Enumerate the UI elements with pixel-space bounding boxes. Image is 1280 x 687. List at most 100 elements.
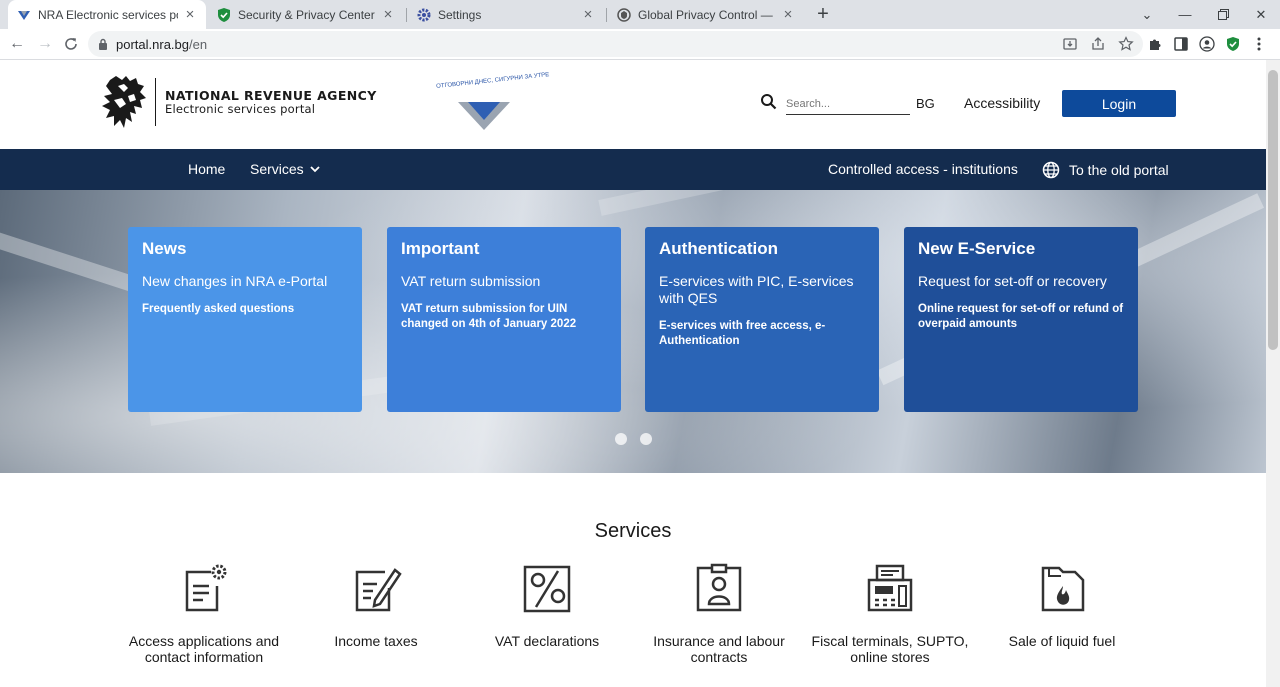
reload-button[interactable] [60,33,82,55]
maximize-button[interactable] [1204,0,1242,29]
nav-old-portal-label: To the old portal [1069,162,1169,178]
service-label: Income taxes [334,633,418,649]
lock-icon[interactable] [98,38,108,50]
service-insurance-labour[interactable]: Insurance and labour contracts [633,562,805,665]
nav-old-portal[interactable]: To the old portal [1042,161,1169,179]
close-tab-icon[interactable]: × [182,6,198,23]
page-scrollbar[interactable] [1266,60,1280,687]
side-panel-icon[interactable] [1172,35,1190,53]
hero-carousel: News New changes in NRA e-Portal Frequen… [0,190,1266,473]
browser-tab-settings[interactable]: Settings × [408,0,604,29]
scrollbar-thumb[interactable] [1268,70,1278,350]
browser-toolbar: ← → portal.nra.bg/en [0,29,1280,60]
close-tab-icon[interactable]: × [380,6,396,23]
portal-name[interactable]: Electronic services portal [165,102,315,116]
privacy-extension-shield-icon[interactable] [1224,35,1242,53]
minimize-button[interactable]: — [1166,0,1204,29]
globe-icon [1042,161,1060,179]
tab-title: Settings [438,7,482,22]
gpc-icon [616,7,632,23]
carousel-dot-1[interactable] [615,433,627,445]
shield-check-icon [216,7,232,23]
url-path: /en [189,36,208,52]
tab-title: NRA Electronic services portal [38,7,178,22]
carousel-dot-2[interactable] [640,433,652,445]
service-label: Access applications and contact informat… [128,633,280,665]
tab-separator [406,8,407,22]
accessibility-link[interactable]: Accessibility [964,95,1040,111]
close-window-button[interactable]: ✕ [1242,0,1280,29]
card-lead[interactable]: New changes in NRA e-Portal [142,273,348,290]
nav-controlled-access[interactable]: Controlled access - institutions [828,161,1018,177]
language-switch[interactable]: BG [916,96,935,111]
profile-avatar-icon[interactable] [1198,35,1216,53]
share-icon[interactable] [1089,35,1107,53]
service-liquid-fuel[interactable]: Sale of liquid fuel [976,562,1148,649]
nav-services-label: Services [250,161,304,177]
service-label: Insurance and labour contracts [653,633,785,665]
tab-search-icon[interactable]: ⌄ [1128,0,1166,29]
card-lead[interactable]: Request for set-off or recovery [918,273,1124,290]
gear-icon [416,7,432,23]
main-navigation: Home Services Controlled access - instit… [0,149,1266,190]
card-desc[interactable]: VAT return submission for UIN changed on… [401,302,607,332]
search-icon[interactable] [760,93,778,116]
card-desc[interactable]: E-services with free access, e-Authentic… [659,319,865,349]
nra-emblem-icon [434,76,534,141]
card-title: News [142,239,187,258]
service-label: Fiscal terminals, SUPTO, online stores [811,633,969,665]
fuel-canister-icon [976,562,1148,616]
nav-services[interactable]: Services [250,161,320,177]
login-button[interactable]: Login [1062,90,1176,117]
url-domain: portal.nra.bg [116,36,189,52]
document-gear-icon [118,562,290,616]
page-viewport: NATIONAL REVENUE AGENCY Electronic servi… [0,60,1266,687]
browser-tabstrip: NRA Electronic services portal × Securit… [0,0,1280,29]
hero-card-important[interactable]: Important VAT return submission VAT retu… [387,227,621,412]
percent-icon [461,562,633,616]
extensions-puzzle-icon[interactable] [1146,35,1164,53]
id-badge-icon [633,562,805,616]
service-vat-declarations[interactable]: VAT declarations [461,562,633,649]
browser-tab-nra[interactable]: NRA Electronic services portal × [8,0,206,29]
address-bar[interactable]: portal.nra.bg/en [88,31,1143,57]
forward-button[interactable]: → [34,33,56,55]
nav-home[interactable]: Home [188,161,225,177]
install-app-icon[interactable] [1061,35,1079,53]
card-desc[interactable]: Frequently asked questions [142,302,348,317]
site-header: NATIONAL REVENUE AGENCY Electronic servi… [0,60,1266,149]
services-heading: Services [594,520,672,542]
tab-separator [606,8,607,22]
search-input[interactable] [786,93,910,115]
card-title: Important [401,239,480,258]
chevron-down-icon [310,165,320,173]
hero-card-news[interactable]: News New changes in NRA e-Portal Frequen… [128,227,362,412]
coat-of-arms-lion-icon[interactable] [100,72,150,137]
chrome-menu-icon[interactable] [1250,35,1268,53]
browser-tab-gpc[interactable]: Global Privacy Control — Take Co × [608,0,804,29]
back-button[interactable]: ← [6,33,28,55]
service-income-taxes[interactable]: Income taxes [290,562,462,649]
service-access-applications[interactable]: Access applications and contact informat… [118,562,290,665]
browser-tab-security[interactable]: Security & Privacy Center × [208,0,404,29]
new-tab-button[interactable]: + [812,3,834,25]
bookmark-star-icon[interactable] [1117,35,1135,53]
tab-title: Security & Privacy Center [238,7,375,22]
card-title: Authentication [659,239,778,258]
card-lead[interactable]: E-services with PIC, E-services with QES [659,273,865,307]
service-fiscal-terminals[interactable]: Fiscal terminals, SUPTO, online stores [804,562,976,665]
cash-register-icon [804,562,976,616]
close-tab-icon[interactable]: × [580,6,596,23]
close-tab-icon[interactable]: × [780,6,796,23]
document-pen-icon [290,562,462,616]
org-name[interactable]: NATIONAL REVENUE AGENCY [165,88,377,103]
extension-area [1146,35,1268,53]
logo-divider [155,78,156,126]
card-lead[interactable]: VAT return submission [401,273,607,290]
card-title: New E-Service [918,239,1036,258]
nra-logo-icon [16,7,32,23]
hero-card-new-eservice[interactable]: New E-Service Request for set-off or rec… [904,227,1138,412]
hero-card-authentication[interactable]: Authentication E-services with PIC, E-se… [645,227,879,412]
hero-background-decoration [598,190,1091,216]
card-desc[interactable]: Online request for set-off or refund of … [918,302,1124,332]
